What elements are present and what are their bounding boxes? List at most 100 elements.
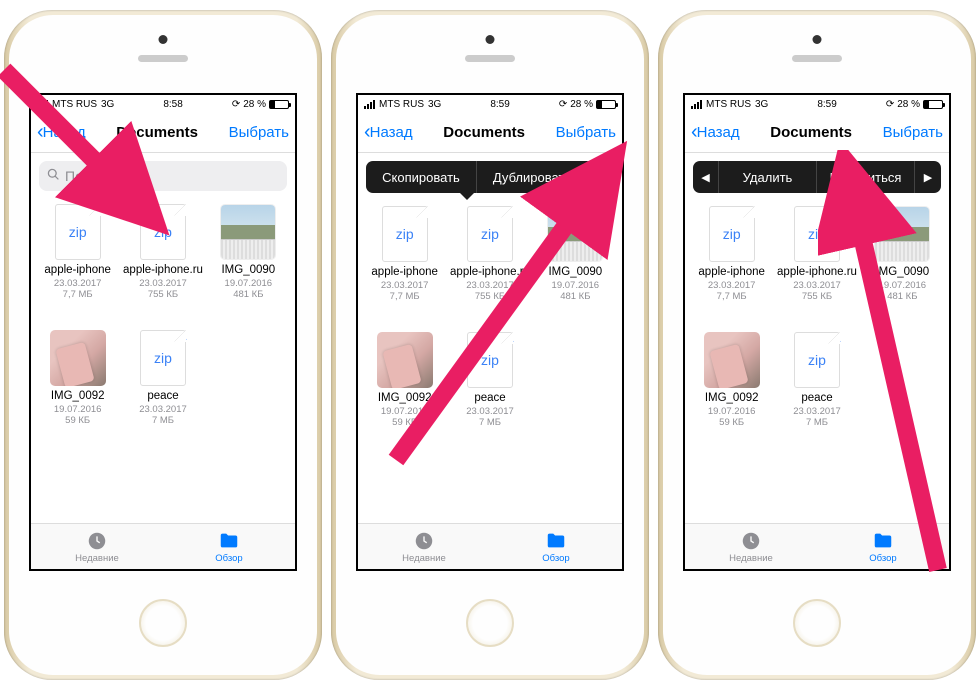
ctx-more-right[interactable]: ▶ — [915, 161, 941, 193]
zip-label: zip — [481, 226, 499, 242]
status-bar: MTS RUS 3G 8:58 ⟳ 28 % — [31, 95, 295, 113]
file-item[interactable]: IMG_0090 19.07.2016 481 КБ — [208, 203, 289, 325]
tab-recent[interactable]: Недавние — [358, 524, 490, 569]
tab-browse[interactable]: Обзор — [163, 524, 295, 569]
file-grid: zip apple-iphone 23.03.2017 7,7 МБ zip a… — [31, 199, 295, 523]
phone-inner: MTS RUS 3G 8:58 ⟳ 28 % ‹ Назад Documents… — [9, 15, 317, 675]
search-input[interactable]: Поиск — [39, 161, 287, 191]
sync-icon: ⟳ — [559, 99, 567, 110]
screen: MTS RUS 3G 8:59 ⟳ 28 % ‹ Назад Documents… — [683, 93, 951, 571]
file-name: IMG_0092 — [51, 390, 105, 403]
file-date: 19.07.2016 — [708, 406, 756, 417]
zip-label: zip — [808, 226, 826, 242]
back-label: Назад — [697, 124, 740, 141]
file-item[interactable]: zip apple-iphone.ru 23.03.2017 755 КБ — [122, 203, 203, 325]
signal-icon — [364, 100, 375, 109]
zip-label: zip — [396, 226, 414, 242]
file-name: IMG_0092 — [705, 392, 759, 405]
context-menu: ◀ Удалить Поделиться ▶ — [693, 161, 941, 193]
file-item[interactable]: IMG_0092 19.07.2016 59 КБ — [37, 329, 118, 451]
file-item[interactable]: zip apple-iphone.ru 23.03.2017 755 КБ — [449, 205, 530, 327]
sync-icon: ⟳ — [232, 99, 240, 110]
file-date: 23.03.2017 — [139, 404, 187, 415]
file-item[interactable]: zip apple-iphone 23.03.2017 7,7 МБ — [691, 205, 772, 327]
file-size: 7,7 МБ — [717, 291, 747, 302]
search-placeholder: Поиск — [65, 168, 104, 184]
file-icon: ☁︎zip — [134, 329, 192, 387]
page-title: Documents — [770, 124, 852, 141]
select-button[interactable]: Выбрать — [883, 124, 943, 141]
back-button[interactable]: ‹ Назад — [37, 121, 86, 144]
file-item[interactable]: ☁︎zip peace 23.03.2017 7 МБ — [776, 331, 857, 453]
zip-label: zip — [154, 350, 172, 366]
file-size: 7 МБ — [479, 417, 501, 428]
tab-recent[interactable]: Недавние — [31, 524, 163, 569]
ctx-copy[interactable]: Скопировать — [366, 161, 477, 193]
file-thumbnail — [219, 203, 277, 261]
back-button[interactable]: ‹ Назад — [364, 121, 413, 144]
earpiece-speaker — [465, 55, 515, 62]
back-label: Назад — [43, 124, 86, 141]
file-item[interactable]: IMG_0092 19.07.2016 59 КБ — [691, 331, 772, 453]
tab-browse[interactable]: Обзор — [490, 524, 622, 569]
file-name: peace — [474, 392, 505, 405]
file-item[interactable]: IMG_0090 19.07.2016 481 КБ — [862, 205, 943, 327]
zip-label: zip — [481, 352, 499, 368]
ctx-more-left[interactable]: ◀ — [693, 161, 719, 193]
select-button[interactable]: Выбрать — [556, 124, 616, 141]
tab-browse[interactable]: Обзор — [817, 524, 949, 569]
file-item[interactable]: IMG_0092 19.07.2016 59 КБ — [364, 331, 445, 453]
phone-frame-2: MTS RUS 3G 8:59 ⟳ 28 % ‹ Назад Documents… — [331, 10, 649, 680]
tab-label: Обзор — [542, 553, 569, 564]
ctx-share[interactable]: Поделиться — [817, 161, 915, 193]
file-thumbnail — [376, 331, 434, 389]
home-button[interactable] — [139, 599, 187, 647]
file-date: 23.03.2017 — [793, 280, 841, 291]
nav-bar: ‹ Назад Documents Выбрать — [31, 113, 295, 153]
home-button[interactable] — [466, 599, 514, 647]
carrier-label: MTS RUS — [706, 99, 751, 110]
file-date: 19.07.2016 — [552, 280, 600, 291]
file-date: 19.07.2016 — [381, 406, 429, 417]
sensor-area — [336, 15, 644, 93]
sensor-area — [9, 15, 317, 93]
file-item[interactable]: zip apple-iphone 23.03.2017 7,7 МБ — [37, 203, 118, 325]
file-icon: zip — [376, 205, 434, 263]
select-button[interactable]: Выбрать — [229, 124, 289, 141]
front-camera — [813, 35, 822, 44]
signal-icon — [37, 100, 48, 109]
earpiece-speaker — [138, 55, 188, 62]
file-item[interactable]: zip apple-iphone.ru 23.03.2017 755 КБ — [776, 205, 857, 327]
ctx-duplicate[interactable]: Дублировать — [477, 161, 588, 193]
file-item[interactable]: ☁︎zip peace 23.03.2017 7 МБ — [449, 331, 530, 453]
battery-icon — [596, 100, 616, 109]
tab-bar: Недавние Обзор — [31, 523, 295, 569]
tab-recent[interactable]: Недавние — [685, 524, 817, 569]
home-button[interactable] — [793, 599, 841, 647]
back-button[interactable]: ‹ Назад — [691, 121, 740, 144]
file-date: 19.07.2016 — [879, 280, 927, 291]
status-bar: MTS RUS 3G 8:59 ⟳ 28 % — [685, 95, 949, 113]
file-size: 59 КБ — [65, 415, 90, 426]
phone-inner: MTS RUS 3G 8:59 ⟳ 28 % ‹ Назад Documents… — [663, 15, 971, 675]
phone-frame-3: MTS RUS 3G 8:59 ⟳ 28 % ‹ Назад Documents… — [658, 10, 976, 680]
file-date: 23.03.2017 — [466, 280, 514, 291]
file-grid: zip apple-iphone 23.03.2017 7,7 МБ zip a… — [358, 201, 622, 523]
file-size: 755 КБ — [148, 289, 178, 300]
ctx-delete[interactable]: Удалить — [719, 161, 817, 193]
file-item[interactable]: ☁︎zip peace 23.03.2017 7 МБ — [122, 329, 203, 451]
network-label: 3G — [101, 99, 114, 110]
file-icon: ☁︎zip — [461, 331, 519, 389]
phone-frame-1: MTS RUS 3G 8:58 ⟳ 28 % ‹ Назад Documents… — [4, 10, 322, 680]
clock-icon — [413, 530, 435, 552]
zip-label: zip — [723, 226, 741, 242]
file-item[interactable]: zip apple-iphone 23.03.2017 7,7 МБ — [364, 205, 445, 327]
file-date: 23.03.2017 — [54, 278, 102, 289]
ctx-more-right[interactable]: ▶ — [588, 161, 614, 193]
battery-pct: 28 % — [570, 99, 593, 110]
file-icon: zip — [134, 203, 192, 261]
network-label: 3G — [755, 99, 768, 110]
zip-label: zip — [154, 224, 172, 240]
file-item[interactable]: IMG_0090 19.07.2016 481 КБ — [535, 205, 616, 327]
page-title: Documents — [116, 124, 198, 141]
